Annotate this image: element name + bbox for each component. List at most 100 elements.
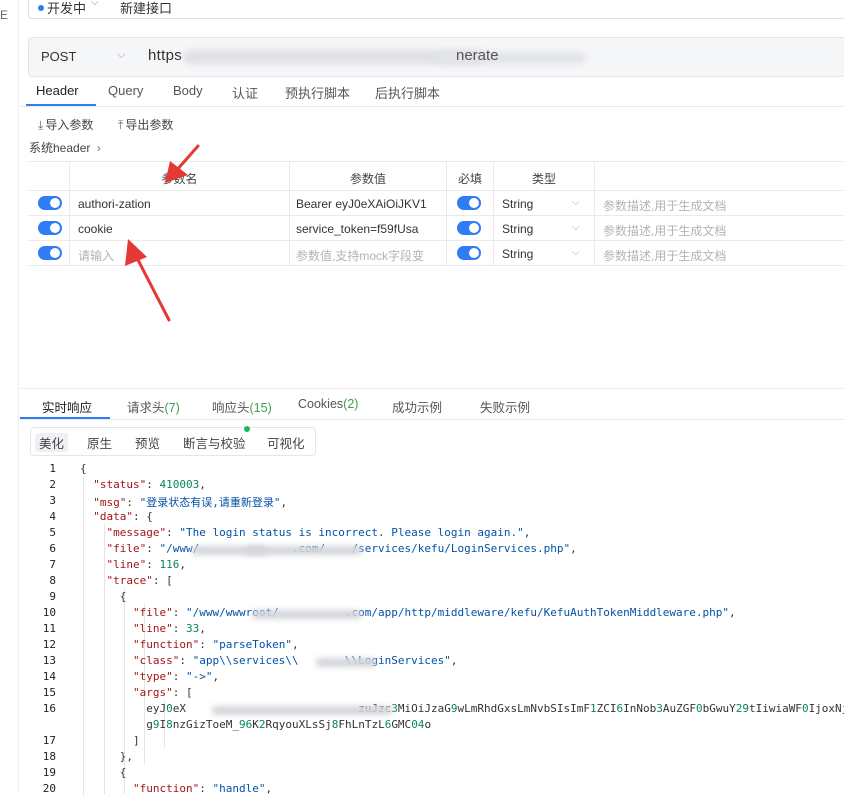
tab-cookies[interactable]: Cookies(2) [298, 397, 358, 411]
param-value-cell[interactable]: service_token=f59fUsa [290, 216, 447, 241]
code-line: ] [80, 734, 140, 747]
line-number: 6 [49, 542, 56, 555]
tab-live-response[interactable]: 实时响应 [42, 397, 92, 416]
param-type-select[interactable]: String ⌵ [494, 216, 595, 241]
line-number: 4 [49, 510, 56, 523]
redaction-blur [192, 546, 362, 555]
required-toggle[interactable] [457, 221, 481, 235]
code-line: "trace": [ [106, 574, 173, 587]
tab-query[interactable]: Query [108, 83, 143, 98]
line-number: 2 [49, 478, 56, 491]
line-number: 8 [49, 574, 56, 587]
chevron-down-icon: ⌵ [91, 0, 99, 8]
method-label: POST [41, 49, 77, 64]
url-input[interactable]: https nerate [136, 37, 844, 77]
redaction-blur [252, 610, 362, 619]
line-number: 14 [42, 670, 56, 683]
tab-visualize[interactable]: 可视化 [267, 433, 305, 452]
active-tab-indicator [20, 417, 110, 419]
sidebar-glyph: E [0, 8, 9, 22]
param-required-cell [447, 216, 494, 241]
status-dot [38, 5, 44, 11]
chevron-right-icon: › [96, 141, 101, 155]
response-code-viewer[interactable]: 1 {2 "status": 410003, 3 "msg": "登录状态有误,请重… [20, 462, 844, 796]
url-suffix: nerate [456, 47, 499, 64]
redaction-blur [316, 658, 376, 667]
param-type-select[interactable]: String ⌵ [494, 191, 595, 216]
table-header-name: 参数名 [70, 161, 290, 191]
table-row-enable [28, 216, 70, 241]
tab-header[interactable]: Header [36, 83, 79, 98]
line-number: 3 [49, 494, 56, 507]
line-number: 10 [42, 606, 56, 619]
tab-request-headers[interactable]: 请求头(7) [127, 397, 180, 416]
code-line: }, [80, 750, 133, 763]
required-toggle[interactable] [457, 196, 481, 210]
indent-guide [83, 476, 84, 796]
request-tabs: Header Query Body 认证 预执行脚本 后执行脚本 [20, 76, 844, 107]
tab-assertions[interactable]: 断言与校验 [183, 433, 246, 452]
param-value-input[interactable]: 参数值,支持mock字段变 [290, 241, 447, 266]
tab-failure-example[interactable]: 失败示例 [480, 397, 530, 416]
code-line: "type": "->", [132, 670, 220, 683]
param-type-select[interactable]: String ⌵ [494, 241, 595, 266]
tab-response-headers[interactable]: 响应头(15) [212, 397, 272, 416]
code-line: "args": [ [132, 686, 193, 699]
line-number: 19 [42, 766, 56, 779]
tab-pre-script[interactable]: 预执行脚本 [285, 83, 350, 102]
enable-toggle[interactable] [38, 246, 62, 260]
tab-success-example[interactable]: 成功示例 [392, 397, 442, 416]
table-header-value: 参数值 [290, 161, 447, 191]
tab-auth[interactable]: 认证 [232, 83, 258, 102]
tab-post-script[interactable]: 后执行脚本 [375, 83, 440, 102]
table-header-required: 必填 [447, 161, 494, 191]
line-number: 11 [42, 622, 56, 635]
view-mode-tabs: 美化 原生 预览 断言与校验 可视化 [30, 426, 316, 456]
param-desc-cell[interactable]: 参数描述,用于生成文档 [595, 216, 844, 241]
param-name-input[interactable]: 请输入 [70, 241, 290, 266]
code-line: "data": { [93, 510, 153, 523]
line-number: 12 [42, 638, 56, 651]
redaction-blur [212, 706, 392, 715]
method-select[interactable]: POST ⌵ [28, 37, 138, 77]
required-toggle[interactable] [457, 246, 481, 260]
status-select[interactable]: 开发中 ⌵ [28, 0, 112, 19]
tab-raw[interactable]: 原生 [87, 433, 112, 452]
table-header-select [28, 161, 70, 191]
param-name-cell[interactable]: authori-zation [70, 191, 290, 216]
export-params-button[interactable]: ⤒ 导出参数 [118, 116, 173, 133]
tab-pretty[interactable]: 美化 [35, 433, 69, 452]
chevron-down-icon: ⌵ [572, 197, 580, 208]
left-sidebar-strip: E [0, 0, 19, 793]
param-desc-cell[interactable]: 参数描述,用于生成文档 [595, 241, 844, 266]
line-number: 18 [42, 750, 56, 763]
upload-icon: ⤒ [118, 118, 124, 132]
param-value-cell[interactable]: Bearer eyJ0eXAiOiJKV1 [290, 191, 447, 216]
tab-preview[interactable]: 预览 [135, 433, 160, 452]
param-desc-cell[interactable]: 参数描述,用于生成文档 [595, 191, 844, 216]
param-name-cell[interactable]: cookie [70, 216, 290, 241]
code-line: "status": 410003, [93, 478, 206, 491]
table-header-type: 类型 [494, 161, 595, 191]
system-header-label: 系统header [29, 141, 91, 155]
enable-toggle[interactable] [38, 196, 62, 210]
code-line: "class": "app\\services\\ \\LoginService… [132, 654, 458, 667]
param-table: 参数名 参数值 必填 类型 authori-zation Bearer eyJ0… [28, 161, 844, 268]
response-tabs: 实时响应 请求头(7) 响应头(15) Cookies(2) 成功示例 失败示例 [20, 388, 844, 420]
system-header-toggle[interactable]: 系统header › [29, 139, 101, 156]
chevron-down-icon: ⌵ [572, 222, 580, 233]
line-number: 20 [42, 782, 56, 795]
download-icon: ⤓ [38, 118, 44, 132]
tab-body[interactable]: Body [173, 83, 203, 98]
line-number: 17 [42, 734, 56, 747]
table-row-enable [28, 191, 70, 216]
code-line: { [80, 590, 127, 603]
import-params-button[interactable]: ⤓ 导入参数 [38, 116, 93, 133]
code-line: "line": 116, [106, 558, 187, 571]
line-number: 1 [49, 462, 56, 475]
enable-toggle[interactable] [38, 221, 62, 235]
api-name-input[interactable]: 新建接口 [110, 0, 844, 19]
export-params-label: 导出参数 [125, 118, 174, 132]
code-line: "message": "The login status is incorrec… [106, 526, 531, 539]
line-number: 15 [42, 686, 56, 699]
